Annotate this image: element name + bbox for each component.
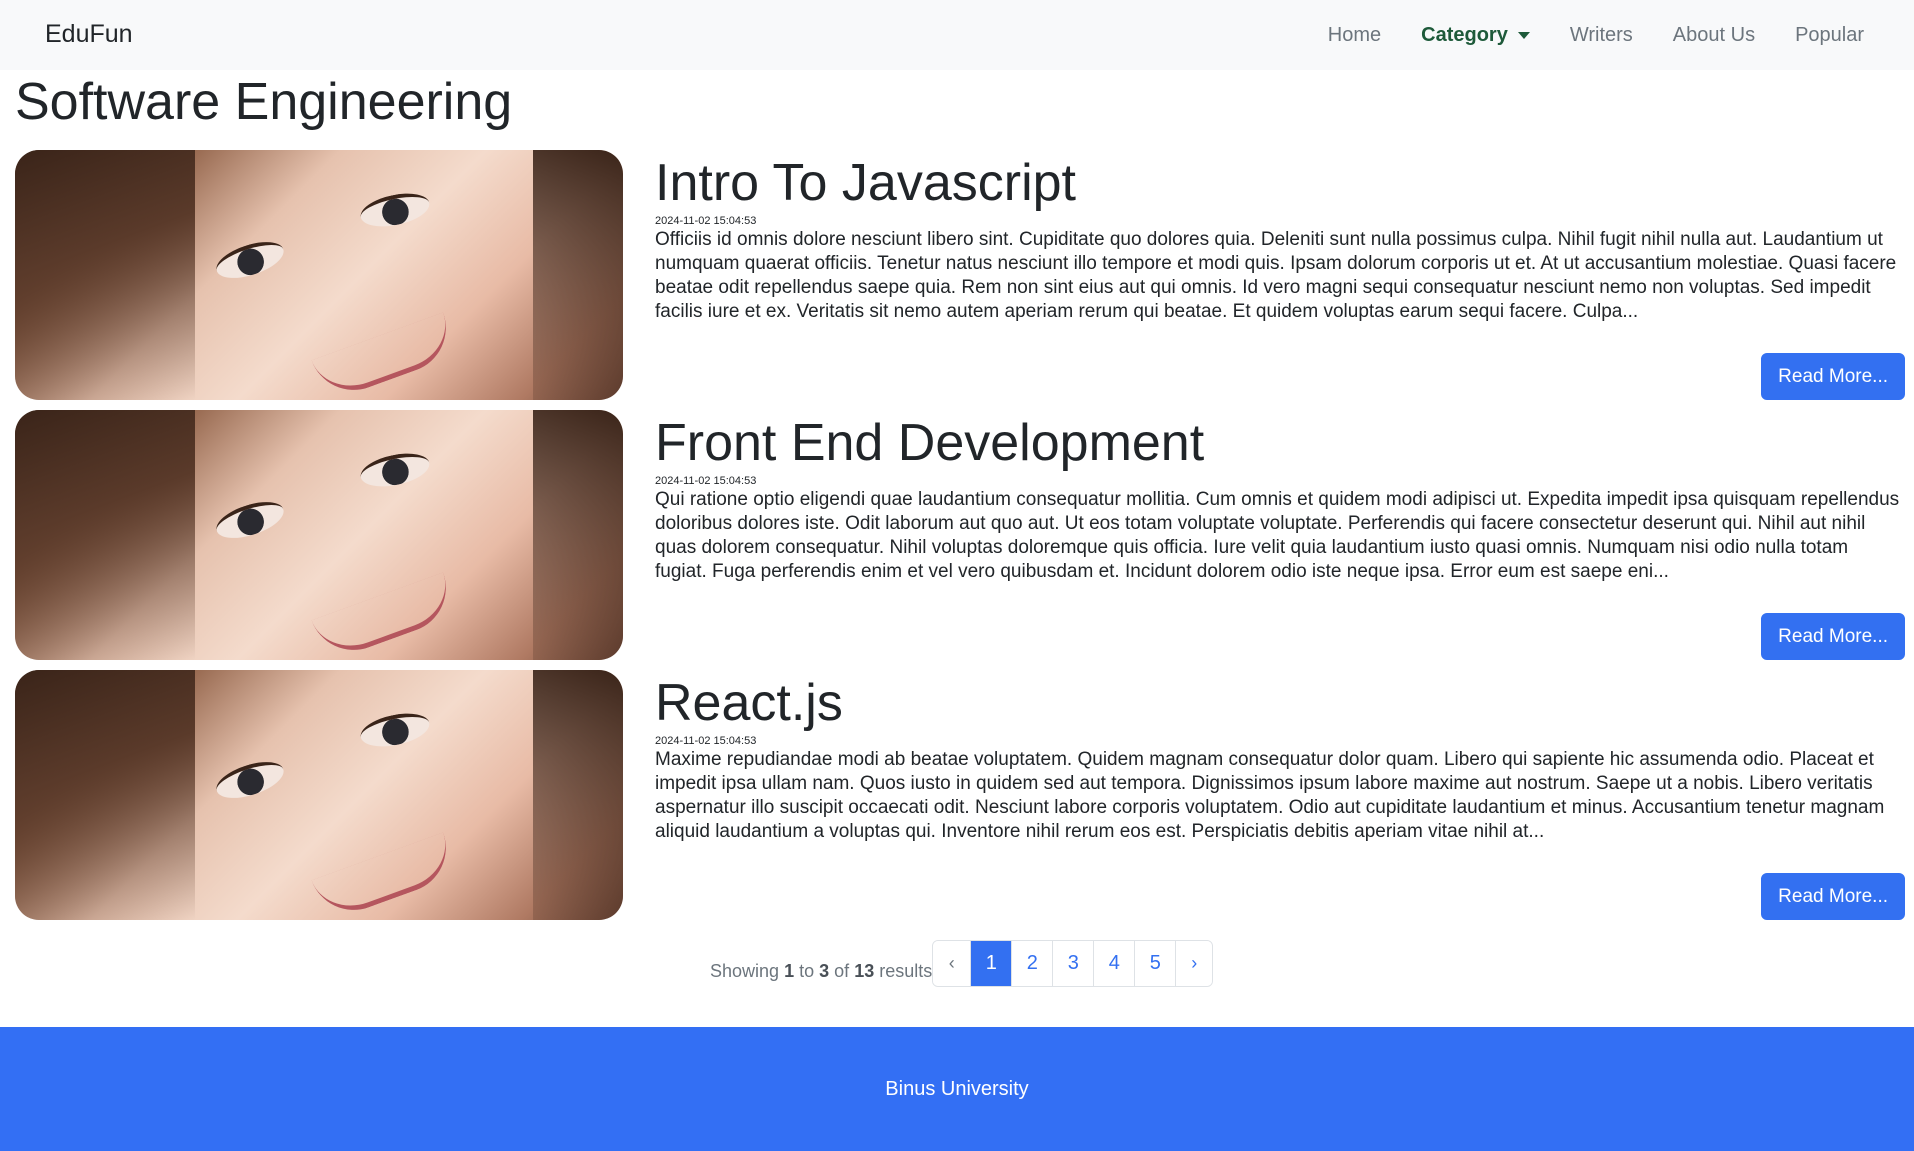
results-from: 1: [784, 961, 795, 981]
article-thumbnail-image: [15, 150, 623, 400]
nav-item-popular[interactable]: Popular: [1775, 24, 1884, 47]
nav-menu: Home Category Writers About Us Popular: [1308, 0, 1884, 70]
footer: Binus University: [0, 1027, 1914, 1151]
page-link-5[interactable]: 5: [1134, 941, 1176, 986]
article-card: React.js 2024-11-02 15:04:53 Maxime repu…: [15, 670, 1905, 920]
nav-item-category-label: Category: [1421, 23, 1508, 46]
results-to: 3: [819, 961, 830, 981]
next-page-button[interactable]: ›: [1175, 941, 1213, 986]
page-link-1[interactable]: 1: [970, 941, 1012, 986]
article-body: Intro To Javascript 2024-11-02 15:04:53 …: [655, 150, 1905, 400]
page-link-2[interactable]: 2: [1011, 941, 1053, 986]
previous-page-button[interactable]: ‹: [933, 941, 971, 986]
brand-logo-link[interactable]: EduFun: [45, 20, 133, 49]
article-excerpt: Officiis id omnis dolore nesciunt libero…: [655, 229, 1897, 322]
pagination-bar: Showing 1 to 3 of 13 results ‹ 1 2 3 4 5…: [710, 940, 1214, 987]
read-more-button[interactable]: Read More...: [1761, 873, 1905, 920]
article-date: 2024-11-02 15:04:53: [655, 735, 757, 747]
article-card: Intro To Javascript 2024-11-02 15:04:53 …: [15, 150, 1905, 400]
article-title: React.js: [655, 674, 843, 732]
nav-item-about-us[interactable]: About Us: [1653, 24, 1775, 47]
article-card: Front End Development 2024-11-02 15:04:5…: [15, 410, 1905, 660]
results-to-label: to: [799, 961, 815, 981]
navbar: EduFun Home Category Writers About Us Po…: [0, 0, 1914, 70]
page-title: Software Engineering: [15, 73, 513, 131]
caret-down-icon: [1517, 31, 1530, 39]
article-title: Front End Development: [655, 414, 1205, 472]
results-total: 13: [854, 961, 875, 981]
page-links: ‹ 1 2 3 4 5 ›: [932, 940, 1214, 987]
results-summary: Showing 1 to 3 of 13 results: [710, 961, 932, 982]
article-body: Front End Development 2024-11-02 15:04:5…: [655, 410, 1905, 660]
page-link-4[interactable]: 4: [1093, 941, 1135, 986]
nav-item-writers[interactable]: Writers: [1550, 24, 1653, 47]
read-more-button[interactable]: Read More...: [1761, 613, 1905, 660]
nav-item-home[interactable]: Home: [1308, 24, 1401, 47]
article-body: React.js 2024-11-02 15:04:53 Maxime repu…: [655, 670, 1905, 920]
page-link-3[interactable]: 3: [1052, 941, 1094, 986]
nav-item-category-dropdown[interactable]: Category: [1401, 24, 1550, 47]
footer-text: Binus University: [885, 1077, 1029, 1100]
results-label: results: [879, 961, 933, 981]
results-of-label: of: [834, 961, 850, 981]
article-excerpt: Maxime repudiandae modi ab beatae volupt…: [655, 749, 1885, 842]
article-thumbnail-image: [15, 410, 623, 660]
results-showing-label: Showing: [710, 961, 780, 981]
article-title: Intro To Javascript: [655, 154, 1077, 212]
article-thumbnail-image: [15, 670, 623, 920]
article-date: 2024-11-02 15:04:53: [655, 215, 757, 227]
article-excerpt: Qui ratione optio eligendi quae laudanti…: [655, 489, 1900, 582]
read-more-button[interactable]: Read More...: [1761, 353, 1905, 400]
article-date: 2024-11-02 15:04:53: [655, 475, 757, 487]
